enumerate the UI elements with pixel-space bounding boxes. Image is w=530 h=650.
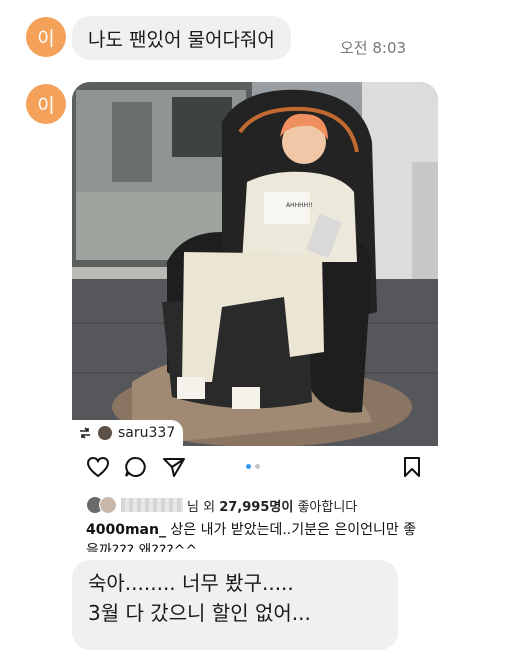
carousel-dot: [255, 464, 260, 469]
sender-avatar[interactable]: 이: [26, 17, 66, 57]
message-bubble: 숙아........ 너무 봤구..... 3월 다 갔으니 할인 없어...: [72, 560, 398, 650]
message-bubble: 나도 팬있어 물어다줘어: [72, 16, 291, 60]
massage-chair-photo: [72, 82, 438, 446]
repost-label[interactable]: saru337: [72, 420, 184, 446]
liker-avatar: [99, 496, 117, 514]
bookmark-icon[interactable]: [402, 456, 422, 478]
post-photo[interactable]: AHHHH!!: [72, 82, 438, 446]
carousel-dot-active: [246, 464, 251, 469]
carousel-indicator: [246, 464, 260, 469]
shared-post-card[interactable]: AHHHH!! saru337 님 외 27,995명이 좋아합니다 4000m…: [72, 82, 438, 552]
likes-prefix: 님 외: [187, 499, 216, 515]
blurred-username: [121, 498, 183, 512]
reply-line-2: 3월 다 갔으니 할인 없어...: [88, 601, 311, 625]
caption-username[interactable]: 4000man_: [86, 522, 166, 538]
sender-initial: 이: [37, 94, 55, 117]
reply-line-1: 숙아........ 너무 봤구.....: [88, 571, 294, 595]
likes-count: 27,995명이: [219, 499, 294, 515]
likes-suffix: 좋아합니다: [297, 499, 358, 515]
repost-icon: [80, 427, 90, 439]
post-caption: 4000man_ 상은 내가 받았는데..기분은 은이언니만 좋을까??? 왜?…: [86, 520, 426, 552]
message-time: 오전 8:03: [340, 39, 407, 57]
sender-initial: 이: [37, 27, 55, 50]
heart-icon[interactable]: [86, 456, 110, 478]
repost-avatar: [98, 426, 112, 440]
likes-row: 님 외 27,995명이 좋아합니다: [86, 495, 357, 515]
shirt-print: AHHHH!!: [286, 202, 313, 209]
comment-icon[interactable]: [124, 456, 148, 478]
post-actions-bar: [72, 446, 438, 486]
repost-username: saru337: [118, 425, 176, 441]
message-text: 나도 팬있어 물어다줘어: [88, 28, 275, 51]
sender-avatar[interactable]: 이: [26, 84, 66, 124]
share-icon[interactable]: [162, 456, 186, 478]
